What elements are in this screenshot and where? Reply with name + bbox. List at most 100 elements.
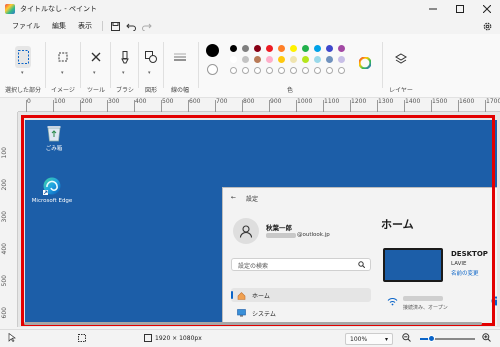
ruler-tick <box>323 100 324 112</box>
image-group: ▾ イメージ <box>48 36 78 96</box>
edit-colors-button[interactable] <box>358 56 372 70</box>
chevron-down-icon: ▾ <box>384 335 388 343</box>
ruler-tick <box>431 100 432 112</box>
color-swatch[interactable] <box>266 45 273 52</box>
custom-color-slot[interactable] <box>302 67 309 74</box>
chevron-down-icon[interactable]: ▾ <box>61 70 64 76</box>
menu-file[interactable]: ファイル <box>6 21 46 31</box>
color-swatch[interactable] <box>326 45 333 52</box>
ruler-label: 100 <box>1 147 8 159</box>
color-swatch[interactable] <box>338 45 345 52</box>
ruler-label: 200 <box>81 98 93 105</box>
ruler-label: 600 <box>1 307 8 319</box>
custom-color-slot[interactable] <box>290 67 297 74</box>
custom-color-slot[interactable] <box>242 67 249 74</box>
chevron-down-icon[interactable]: ▾ <box>122 70 125 76</box>
color-swatch[interactable] <box>290 56 297 63</box>
cursor-position <box>8 333 16 342</box>
color-swatch[interactable] <box>278 45 285 52</box>
zoom-select[interactable]: 100% ▾ <box>345 333 393 345</box>
zoom-in-icon <box>482 333 491 342</box>
ribbon-divider <box>198 42 199 88</box>
color-swatch[interactable] <box>242 45 249 52</box>
custom-color-slot[interactable] <box>314 67 321 74</box>
ruler-tick <box>458 100 459 112</box>
crop-icon <box>58 52 68 62</box>
selection-button[interactable] <box>15 46 31 68</box>
maximize-button[interactable] <box>446 0 473 18</box>
chevron-down-icon[interactable]: ▾ <box>93 70 96 76</box>
custom-color-slot[interactable] <box>254 67 261 74</box>
layers-button[interactable] <box>394 52 408 66</box>
image-button[interactable] <box>56 50 70 64</box>
zoom-slider[interactable] <box>420 335 475 342</box>
menu-edit[interactable]: 編集 <box>46 21 72 31</box>
tools-button[interactable] <box>89 50 103 64</box>
custom-color-slot[interactable] <box>230 67 237 74</box>
horizontal-scrollbar[interactable] <box>24 322 482 325</box>
window-controls <box>419 0 500 18</box>
color-swatch[interactable] <box>338 56 345 63</box>
ruler-tick <box>161 100 162 112</box>
color-swatch[interactable] <box>314 56 321 63</box>
ribbon-divider <box>80 42 81 88</box>
custom-color-slot[interactable] <box>338 67 345 74</box>
color-swatch[interactable] <box>278 56 285 63</box>
color-swatch[interactable] <box>314 45 321 52</box>
undo-button[interactable] <box>123 19 139 33</box>
color-swatch[interactable] <box>290 45 297 52</box>
ruler-tick <box>296 100 297 112</box>
ruler-tick <box>377 100 378 112</box>
selection-rectangle[interactable] <box>21 115 495 326</box>
color-swatch[interactable] <box>302 56 309 63</box>
close-button[interactable] <box>473 0 500 18</box>
zoom-value: 100% <box>350 335 368 343</box>
size-button[interactable] <box>173 50 187 64</box>
ruler-label: 500 <box>162 98 174 105</box>
ruler-label: 700 <box>216 98 228 105</box>
ruler-label: 1500 <box>432 98 448 105</box>
cursor-icon <box>8 333 16 342</box>
custom-color-slot[interactable] <box>266 67 273 74</box>
color-swatch[interactable] <box>230 45 237 52</box>
color-swatch[interactable] <box>242 56 249 63</box>
ruler-label: 400 <box>135 98 147 105</box>
selection-size <box>78 334 86 342</box>
window-title: タイトルなし - ペイント <box>20 5 97 13</box>
zoom-in-button[interactable] <box>482 333 491 342</box>
menu-view[interactable]: 表示 <box>72 21 98 31</box>
chevron-down-icon[interactable]: ▾ <box>148 70 151 76</box>
color-swatch[interactable] <box>254 45 261 52</box>
zoom-slider-thumb[interactable] <box>428 335 435 342</box>
secondary-color-swatch[interactable] <box>207 64 218 75</box>
redo-button[interactable] <box>139 19 155 33</box>
tools-group: ▾ ツール <box>82 36 110 96</box>
ribbon-divider <box>163 42 164 88</box>
color-swatch[interactable] <box>230 56 237 63</box>
custom-color-slot[interactable] <box>278 67 285 74</box>
ruler-label: 1700 <box>486 98 500 105</box>
brushes-button[interactable] <box>118 50 132 64</box>
ruler-label: 200 <box>1 179 8 191</box>
brushes-group-label: ブラシ <box>116 87 134 94</box>
ruler-tick <box>188 100 189 112</box>
gear-icon <box>483 22 491 30</box>
minimize-button[interactable] <box>419 0 446 18</box>
shapes-button[interactable] <box>144 50 158 64</box>
image-size-text: 1920 × 1080px <box>155 334 202 342</box>
select-rectangle-icon <box>17 50 29 64</box>
primary-color-swatch[interactable] <box>206 44 219 57</box>
color-swatch[interactable] <box>302 45 309 52</box>
ruler-label: 1600 <box>459 98 475 105</box>
ruler-tick <box>404 100 405 112</box>
image-size: 1920 × 1080px <box>144 334 202 342</box>
color-swatch[interactable] <box>266 56 273 63</box>
color-swatch[interactable] <box>254 56 261 63</box>
color-swatch[interactable] <box>326 56 333 63</box>
menu-divider <box>102 21 103 31</box>
chevron-down-icon[interactable]: ▾ <box>21 70 24 76</box>
zoom-out-button[interactable] <box>402 333 411 342</box>
custom-color-slot[interactable] <box>326 67 333 74</box>
settings-button[interactable] <box>480 20 494 32</box>
save-button[interactable] <box>107 19 123 33</box>
